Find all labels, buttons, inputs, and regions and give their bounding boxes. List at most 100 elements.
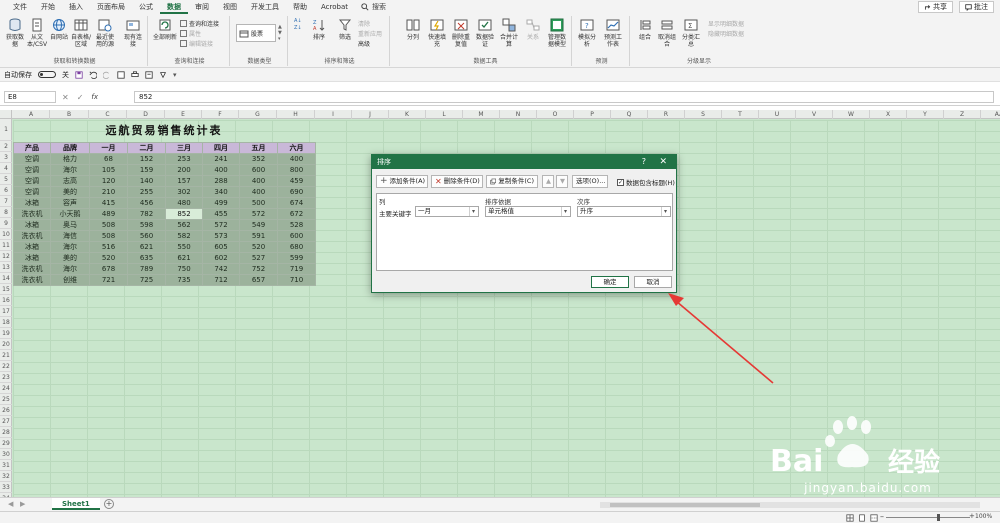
row-header-cell[interactable]: 19 [0,328,12,339]
row-header-cell[interactable]: 32 [0,471,12,482]
table-cell[interactable]: 710 [277,274,316,286]
row-header-cell[interactable]: 2 [0,141,12,152]
column-header-cell[interactable]: L [426,110,463,119]
search-box[interactable]: 搜索 [361,2,386,12]
page-break-view-icon[interactable] [870,514,878,522]
table-cell[interactable]: 455 [202,208,240,220]
table-cell[interactable]: 海信 [50,230,90,242]
table-header-cell[interactable]: 品牌 [50,142,90,154]
row-header-cell[interactable]: 6 [0,185,12,196]
column-header-cell[interactable]: AA [981,110,1000,119]
row-header-cell[interactable]: 8 [0,207,12,218]
consolidate-button[interactable]: 合并计算 [498,18,520,48]
table-cell[interactable]: 657 [239,274,278,286]
share-button[interactable]: 共享 [918,1,953,13]
row-header-cell[interactable]: 28 [0,427,12,438]
table-header-cell[interactable]: 产品 [13,142,51,154]
column-header-cell[interactable]: Y [907,110,944,119]
menu-tab[interactable]: 页面布局 [90,0,132,14]
edit-links-button[interactable]: 编辑链接 [180,39,213,48]
remove-duplicates-button[interactable]: 删除重复值 [450,18,472,48]
active-cell[interactable]: 852 [165,208,203,220]
row-header-cell[interactable]: 13 [0,262,12,273]
row-header-cell[interactable]: 27 [0,416,12,427]
table-cell[interactable]: 海尔 [50,241,90,253]
table-cell[interactable]: 159 [127,164,166,176]
table-cell[interactable]: 721 [89,274,128,286]
autosave-toggle[interactable] [38,71,56,78]
table-cell[interactable]: 674 [277,197,316,209]
table-cell[interactable]: 500 [239,197,278,209]
save-icon[interactable] [75,70,83,79]
table-cell[interactable]: 210 [89,186,128,198]
row-header-cell[interactable]: 22 [0,361,12,372]
table-cell[interactable]: 550 [165,241,203,253]
row-header-cell[interactable]: 3 [0,152,12,163]
column-header-cell[interactable]: S [685,110,722,119]
column-header-cell[interactable]: O [537,110,574,119]
table-cell[interactable]: 598 [127,219,166,231]
table-cell[interactable]: 冰箱 [13,219,51,231]
column-header-cell[interactable]: G [239,110,277,119]
from-table-button[interactable]: 自表格/区域 [70,18,92,48]
options-button[interactable]: 选项(O)... [572,175,608,188]
delete-level-button[interactable]: ✕ 删除条件(D) [431,175,483,188]
column-header-cell[interactable]: F [202,110,239,119]
row-header-cell[interactable]: 29 [0,438,12,449]
has-headers-checkbox[interactable]: ✓ 数据包含标题(H) [617,177,675,187]
column-header-cell[interactable]: N [500,110,537,119]
add-level-button[interactable]: + 添加条件(A) [376,175,428,188]
table-header-cell[interactable]: 三月 [165,142,203,154]
column-header-cell[interactable]: U [759,110,796,119]
column-header-cell[interactable]: B [50,110,89,119]
stock-data-type[interactable]: 股票 [236,24,276,42]
table-cell[interactable]: 253 [165,153,203,165]
table-cell[interactable]: 152 [127,153,166,165]
menu-tab[interactable]: 视图 [216,0,244,14]
advanced-filter-button[interactable]: 高级 [358,39,370,48]
table-cell[interactable]: 冰箱 [13,241,51,253]
row-header-cell[interactable]: 33 [0,482,12,493]
page-layout-view-icon[interactable] [858,514,866,522]
queries-connections-button[interactable]: 查询和连接 [180,19,219,28]
column-header-cell[interactable]: E [165,110,202,119]
menu-tab[interactable]: 开发工具 [244,0,286,14]
filter-button[interactable]: 筛选 [334,18,356,41]
name-box[interactable]: E8 [4,91,56,103]
row-header-cell[interactable]: 18 [0,317,12,328]
table-cell[interactable]: 712 [202,274,240,286]
column-header-cell[interactable]: P [574,110,611,119]
column-header-cell[interactable]: I [315,110,352,119]
show-detail-button[interactable]: 显示明细数据 [708,19,744,28]
zoom-slider[interactable] [886,517,970,518]
close-icon[interactable]: ✕ [659,155,667,169]
table-cell[interactable]: 格力 [50,153,90,165]
table-cell[interactable]: 528 [277,219,316,231]
flash-fill-button[interactable]: 快速填充 [426,18,448,48]
undo-icon[interactable] [89,71,97,79]
sort-on-select[interactable]: 单元格值 ▾ [485,206,571,217]
table-cell[interactable]: 200 [165,164,203,176]
table-cell[interactable]: 小天鹅 [50,208,90,220]
table-cell[interactable]: 456 [127,197,166,209]
table-cell[interactable]: 599 [277,252,316,264]
sheet-tab-sheet1[interactable]: Sheet1 [52,498,100,510]
row-header-cell[interactable]: 10 [0,229,12,240]
table-cell[interactable]: 空调 [13,164,51,176]
row-header-cell[interactable]: 23 [0,372,12,383]
column-header-cell[interactable]: J [352,110,389,119]
table-cell[interactable]: 621 [127,241,166,253]
table-cell[interactable]: 520 [89,252,128,264]
table-cell[interactable]: 创维 [50,274,90,286]
table-cell[interactable]: 105 [89,164,128,176]
row-header-cell[interactable]: 9 [0,218,12,229]
table-cell[interactable]: 容声 [50,197,90,209]
comments-button[interactable]: 批注 [959,1,994,13]
table-header-cell[interactable]: 一月 [89,142,128,154]
zoom-slider-thumb[interactable] [937,514,940,521]
table-cell[interactable]: 605 [202,241,240,253]
column-header-cell[interactable]: C [89,110,127,119]
order-select[interactable]: 升序 ▾ [577,206,671,217]
table-cell[interactable]: 157 [165,175,203,187]
fx-icon[interactable]: fx [91,93,98,101]
